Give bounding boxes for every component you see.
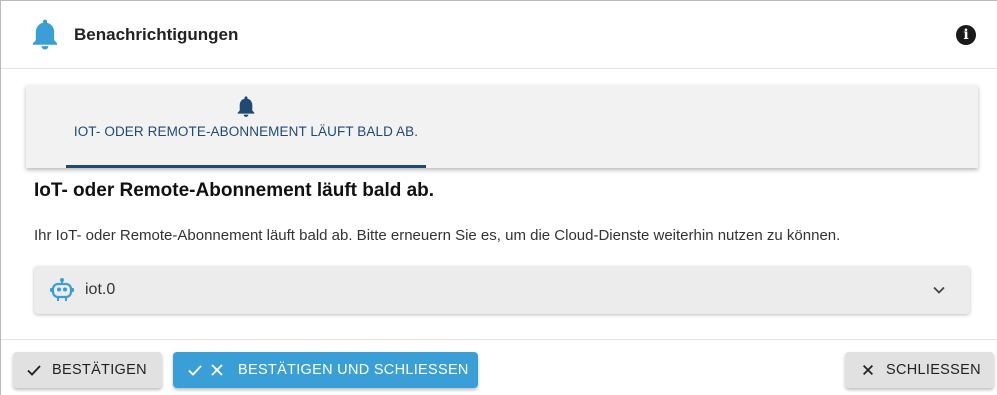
confirm-and-close-button[interactable]: BESTÄTIGEN UND SCHLIESSEN xyxy=(173,352,478,388)
robot-icon xyxy=(50,278,74,301)
info-icon[interactable]: i xyxy=(956,25,976,45)
bell-icon xyxy=(237,96,255,117)
tab-active-indicator xyxy=(66,165,426,168)
dialog-title: Benachrichtigungen xyxy=(74,25,239,44)
notifications-dialog: Benachrichtigungen i IOT- ODER REMOTE-AB… xyxy=(0,0,997,395)
message-text: Ihr IoT- oder Remote-Abonnement läuft ba… xyxy=(34,227,841,244)
close-button[interactable]: SCHLIESSEN xyxy=(845,352,994,388)
instance-label: iot.0 xyxy=(85,281,116,298)
bell-icon xyxy=(32,19,58,50)
confirm-and-close-button-label: BESTÄTIGEN UND SCHLIESSEN xyxy=(238,362,469,378)
dialog-header: Benachrichtigungen i xyxy=(1,1,997,69)
close-icon xyxy=(863,365,873,375)
confirm-button[interactable]: BESTÄTIGEN xyxy=(13,352,162,388)
chevron-down-icon xyxy=(933,286,945,294)
close-icon xyxy=(211,364,223,376)
tab-bar: IOT- ODER REMOTE-ABONNEMENT LÄUFT BALD A… xyxy=(26,85,978,168)
close-button-label: SCHLIESSEN xyxy=(886,362,981,378)
check-icon xyxy=(188,365,202,376)
confirm-button-label: BESTÄTIGEN xyxy=(52,362,147,378)
tab-label: IOT- ODER REMOTE-ABONNEMENT LÄUFT BALD A… xyxy=(73,124,419,139)
tab-subscription-expiring[interactable]: IOT- ODER REMOTE-ABONNEMENT LÄUFT BALD A… xyxy=(66,85,426,168)
check-icon xyxy=(27,365,41,376)
dialog-footer: BESTÄTIGEN BESTÄTIGEN UND SCHLIESSEN SCH… xyxy=(1,339,997,395)
message-title: IoT- oder Remote-Abonnement läuft bald a… xyxy=(34,180,435,201)
instance-accordion[interactable]: iot.0 xyxy=(34,266,970,314)
